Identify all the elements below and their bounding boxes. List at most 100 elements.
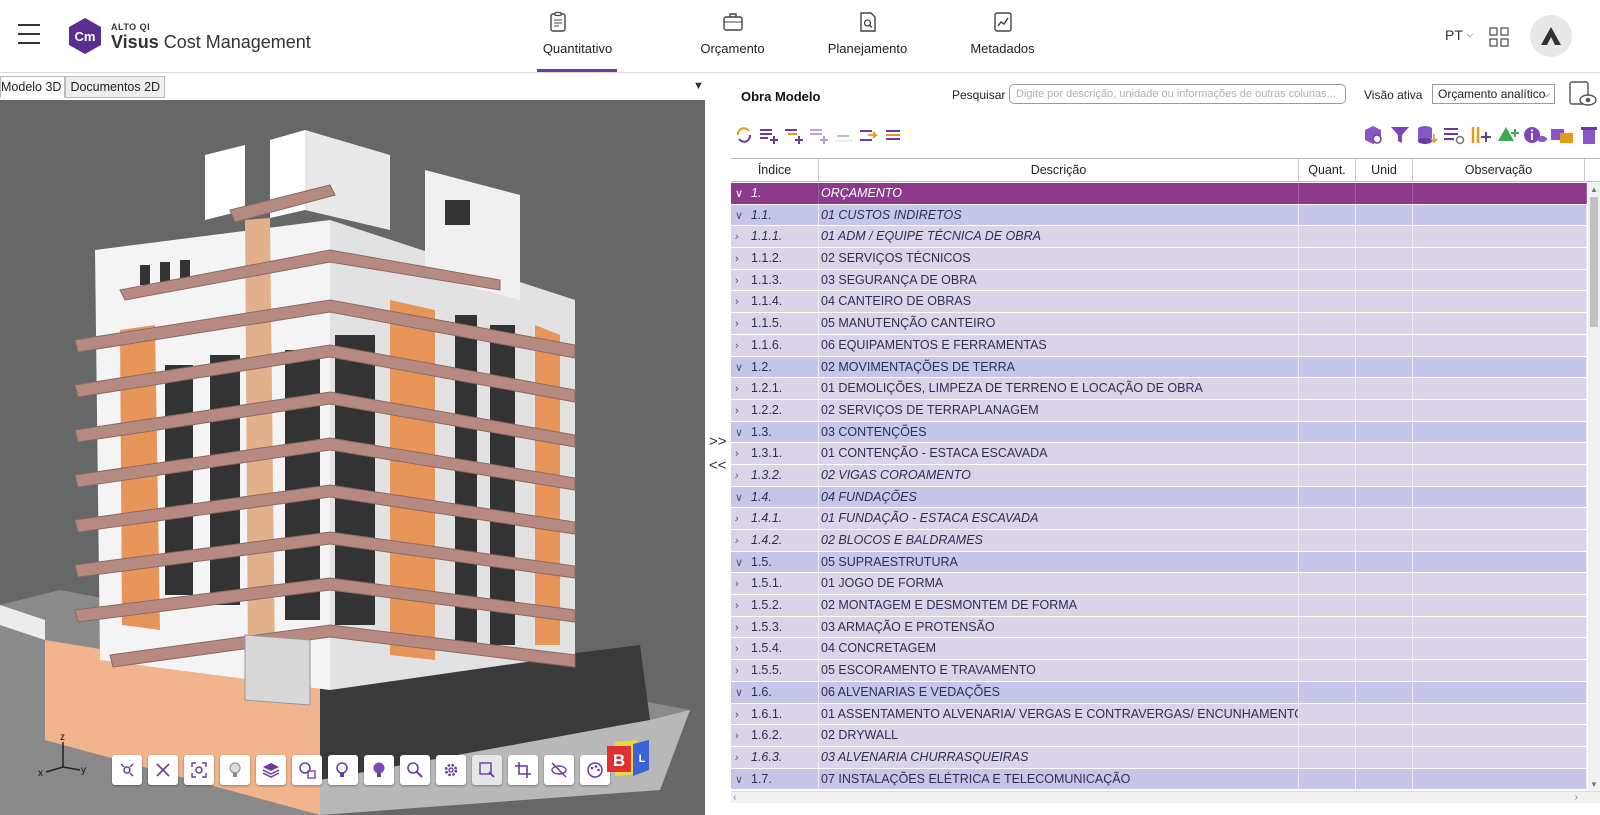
table-row[interactable]: › 1.1.5. 05 MANUTENÇÃO CANTEIRO	[731, 313, 1587, 335]
scroll-left-icon[interactable]: ‹	[733, 792, 736, 803]
add-sibling-row-icon[interactable]	[808, 124, 830, 146]
add-alert-icon[interactable]	[1496, 124, 1520, 146]
tab-documentos-2d[interactable]: Documentos 2D	[65, 76, 166, 98]
table-row[interactable]: › 1.3.1. 01 CONTENÇÃO - ESTACA ESCAVADA	[731, 443, 1587, 465]
indent-row-icon[interactable]	[858, 124, 880, 146]
explode-icon[interactable]	[112, 755, 142, 785]
hamburger-menu-icon[interactable]	[18, 24, 40, 46]
chevron-right-icon[interactable]: ›	[735, 379, 751, 399]
chevron-right-icon[interactable]: ›	[735, 726, 751, 746]
table-row[interactable]: › 1.6.2. 02 DRYWALL	[731, 725, 1587, 747]
chevron-right-icon[interactable]: ›	[735, 618, 751, 638]
filter-objects-icon[interactable]	[292, 755, 322, 785]
zoom-window-icon[interactable]	[472, 755, 502, 785]
viewcube-icon[interactable]: B L	[607, 736, 657, 786]
chevron-down-icon[interactable]: ∨	[735, 488, 751, 508]
table-row[interactable]: ∨ 1. ORÇAMENTO	[731, 183, 1587, 205]
table-row[interactable]: › 1.1.6. 06 EQUIPAMENTOS E FERRAMENTAS	[731, 334, 1587, 357]
add-child-row-icon[interactable]	[783, 124, 805, 146]
scrollbar-thumb[interactable]	[1590, 197, 1598, 327]
chevron-down-icon[interactable]: ∨	[735, 553, 751, 573]
table-row[interactable]: ∨ 1.7. 07 INSTALAÇÕES ELÉTRICA E TELECOMUN…	[731, 768, 1587, 791]
remove-row-icon[interactable]	[833, 124, 855, 146]
visao-select[interactable]: Orçamento analítico ⌵	[1432, 84, 1555, 104]
add-row-icon[interactable]	[758, 124, 780, 146]
refresh-icon[interactable]	[733, 124, 755, 146]
layers-icon[interactable]	[256, 755, 286, 785]
table-row[interactable]: › 1.6.3. 03 ALVENARIA CHURRASQUEIRAS	[731, 746, 1587, 769]
delete-icon[interactable]	[1577, 124, 1600, 146]
chevron-right-icon[interactable]: ›	[735, 249, 751, 269]
nav-quantitativo[interactable]: Quantitativo	[530, 0, 665, 73]
palette-icon[interactable]	[580, 755, 610, 785]
chevron-down-icon[interactable]: ∨	[735, 770, 751, 790]
chevron-right-icon[interactable]: ›	[735, 336, 751, 356]
nav-metadados[interactable]: Metadados	[935, 0, 1070, 73]
avatar[interactable]	[1530, 15, 1572, 57]
add-column-icon[interactable]	[1469, 124, 1493, 146]
search-input[interactable]	[1009, 84, 1346, 104]
chevron-down-icon[interactable]: ∨	[735, 184, 751, 204]
chevron-right-icon[interactable]: ›	[735, 466, 751, 486]
chevron-right-icon[interactable]: ›	[735, 531, 751, 551]
3d-viewport[interactable]: z x y B L	[0, 100, 705, 815]
chevron-right-icon[interactable]: ›	[735, 661, 751, 681]
scroll-right-icon[interactable]: ›	[1575, 792, 1578, 803]
view-settings-icon[interactable]	[1567, 79, 1597, 109]
table-row[interactable]: › 1.5.4. 04 CONCRETAGEM	[731, 638, 1587, 661]
table-row[interactable]: › 1.1.4. 04 CANTEIRO DE OBRAS	[731, 291, 1587, 314]
chevron-down-icon[interactable]: ∨	[735, 423, 751, 443]
settings-icon[interactable]	[436, 755, 466, 785]
cube-search-icon[interactable]	[1361, 124, 1385, 146]
col-unid[interactable]: Unid	[1356, 159, 1413, 181]
scroll-up-icon[interactable]: ▲	[1590, 185, 1598, 194]
export-icon[interactable]	[1550, 124, 1574, 146]
horizontal-scrollbar[interactable]: ‹ ›	[731, 791, 1600, 803]
chevron-right-icon[interactable]: ›	[735, 401, 751, 421]
table-row[interactable]: › 1.4.1. 01 FUNDAÇÃO - ESTACA ESCAVADA	[731, 508, 1587, 530]
expand-right-icon[interactable]: >>	[709, 430, 727, 454]
language-selector[interactable]: PT ⌵	[1445, 27, 1473, 43]
search-objects-icon[interactable]	[400, 755, 430, 785]
chevron-right-icon[interactable]: ›	[735, 271, 751, 291]
database-icon[interactable]	[1415, 124, 1439, 146]
table-row[interactable]: › 1.5.3. 03 ARMAÇÃO E PROTENSÃO	[731, 616, 1587, 639]
list-settings-icon[interactable]	[1442, 124, 1466, 146]
table-row[interactable]: › 1.1.2. 02 SERVIÇOS TÉCNICOS	[731, 248, 1587, 270]
collapse-left-icon[interactable]: <<	[709, 454, 727, 478]
table-row[interactable]: › 1.5.2. 02 MONTAGEM E DESMONTEM DE FORMA	[731, 595, 1587, 617]
chevron-right-icon[interactable]: ›	[735, 574, 751, 594]
table-row[interactable]: › 1.1.1. 01 ADM / EQUIPE TÉCNICA DE OBRA	[731, 226, 1587, 249]
filter-icon[interactable]	[1388, 124, 1412, 146]
chevron-right-icon[interactable]: ›	[735, 596, 751, 616]
table-row[interactable]: ∨ 1.4. 04 FUNDAÇÕES	[731, 486, 1587, 509]
col-quant[interactable]: Quant.	[1299, 159, 1356, 181]
table-row[interactable]: › 1.6.1. 01 ASSENTAMENTO ALVENARIA/ VERGAS…	[731, 703, 1587, 726]
col-descricao[interactable]: Descrição	[819, 159, 1299, 181]
table-row[interactable]: › 1.1.3. 03 SEGURANÇA DE OBRA	[731, 269, 1587, 292]
nav-planejamento[interactable]: Planejamento	[800, 0, 935, 73]
measure-icon[interactable]	[148, 755, 178, 785]
table-row[interactable]: › 1.2.2. 02 SERVIÇOS DE TERRAPLANAGEM	[731, 399, 1587, 422]
table-row[interactable]: ∨ 1.6. 06 ALVENARIAS E VEDAÇÕES	[731, 681, 1587, 704]
table-row[interactable]: › 1.3.2. 02 VIGAS COROAMENTO	[731, 464, 1587, 487]
focus-icon[interactable]	[184, 755, 214, 785]
chevron-right-icon[interactable]: ›	[735, 444, 751, 464]
light-icon[interactable]	[220, 755, 250, 785]
info-icon[interactable]	[1523, 124, 1547, 146]
chevron-right-icon[interactable]: ›	[735, 705, 751, 725]
table-row[interactable]: › 1.5.5. 05 ESCORAMENTO E TRAVAMENTO	[731, 660, 1587, 682]
chevron-right-icon[interactable]: ›	[735, 748, 751, 768]
vertical-scrollbar[interactable]: ▲ ▼	[1588, 183, 1600, 791]
apps-grid-icon[interactable]	[1489, 27, 1509, 47]
table-row[interactable]: ∨ 1.1. 01 CUSTOS INDIRETOS	[731, 204, 1587, 227]
scroll-down-icon[interactable]: ▼	[1590, 780, 1598, 789]
hide-icon[interactable]	[544, 755, 574, 785]
chevron-down-icon[interactable]: ∨	[735, 358, 751, 378]
col-indice[interactable]: Índice	[731, 159, 819, 181]
table-row[interactable]: › 1.4.2. 02 BLOCOS E BALDRAMES	[731, 530, 1587, 552]
nav-orcamento[interactable]: Orçamento	[665, 0, 800, 73]
chevron-right-icon[interactable]: ›	[735, 314, 751, 334]
table-row[interactable]: ∨ 1.5. 05 SUPRAESTRUTURA	[731, 551, 1587, 574]
table-row[interactable]: › 1.5.1. 01 JOGO DE FORMA	[731, 573, 1587, 596]
